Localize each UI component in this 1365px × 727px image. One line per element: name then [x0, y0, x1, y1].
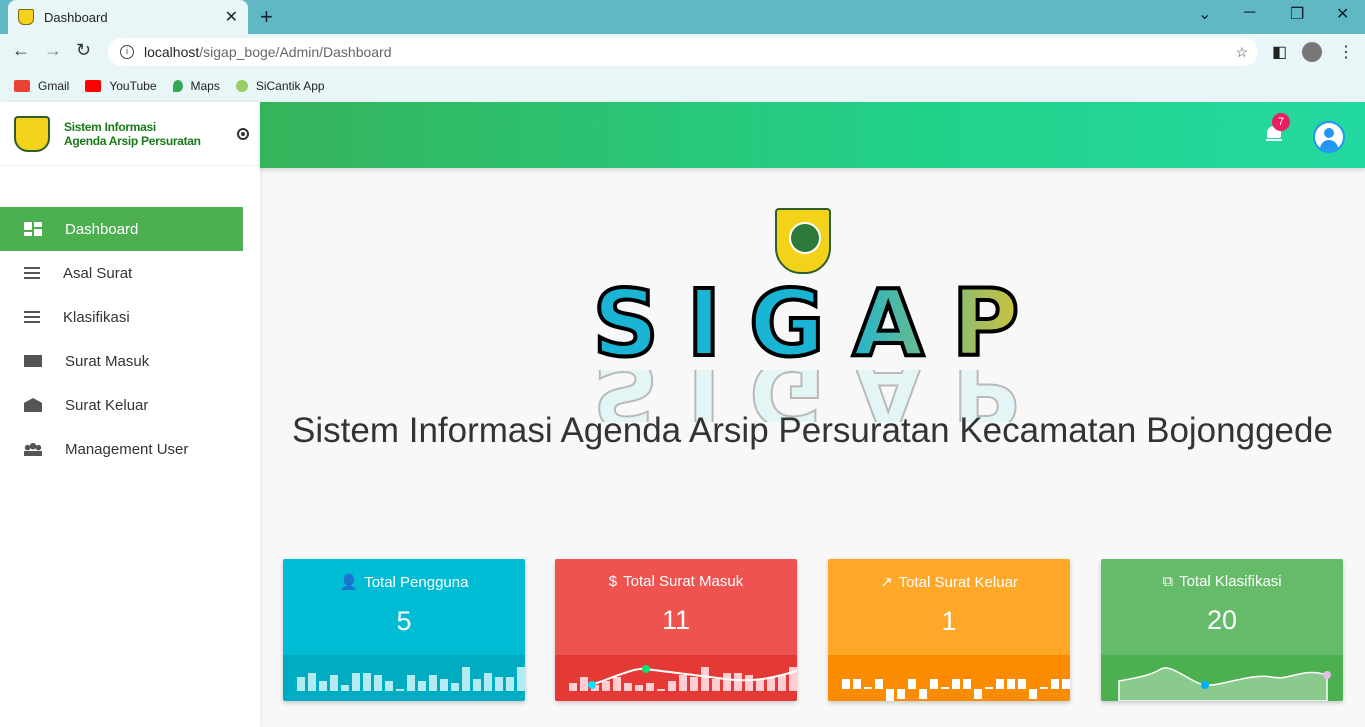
brand: Sistem Informasi Agenda Arsip Persuratan: [0, 102, 260, 166]
mail-icon: [24, 355, 42, 367]
bookmarks-bar: Gmail YouTube Maps SiCantik App: [0, 70, 1365, 102]
sidebar-item-label: Klasifikasi: [63, 308, 130, 326]
dollar-icon: $: [608, 573, 618, 590]
bookmark-label: Maps: [190, 79, 220, 93]
group-icon: [24, 442, 42, 456]
dashboard-icon: [24, 222, 42, 236]
sidebar-item-label: Asal Surat: [63, 264, 133, 282]
reload-button[interactable]: ↻: [76, 40, 91, 61]
stat-value: 20: [1206, 605, 1238, 635]
sparkline: [283, 655, 525, 701]
maps-icon: [172, 80, 183, 92]
sigap-logo-text: SIGAP: [580, 276, 1060, 372]
stat-value: 5: [396, 606, 412, 636]
trending-up-icon: ↗: [880, 574, 893, 591]
sidebar-item-surat-keluar[interactable]: Surat Keluar: [0, 383, 243, 427]
notification-badge: 7: [1272, 113, 1290, 131]
stat-card-surat-masuk[interactable]: $ Total Surat Masuk 11: [555, 559, 797, 701]
bookmark-maps[interactable]: Maps: [172, 79, 220, 93]
top-navbar: 7: [260, 102, 1365, 168]
sigap-logo: SIGAP SIGAP: [580, 276, 1060, 423]
brand-line1: Sistem Informasi: [64, 119, 156, 134]
app-root: Sistem Informasi Agenda Arsip Persuratan…: [0, 102, 1365, 727]
url-path: /sigap_boge/Admin/Dashboard: [199, 44, 392, 60]
stat-card-pengguna[interactable]: 👤 Total Pengguna 5: [283, 559, 525, 701]
close-window-button[interactable]: ✕: [1336, 4, 1349, 24]
sparkline-area: [1118, 667, 1328, 701]
sidebar-item-label: Management User: [65, 440, 189, 458]
minimize-button[interactable]: ─: [1244, 4, 1255, 22]
page-title: Sistem Informasi Agenda Arsip Persuratan…: [292, 411, 1333, 450]
url-input[interactable]: i localhost/sigap_boge/Admin/Dashboard ☆: [108, 38, 1258, 66]
brand-logo-icon: [14, 115, 50, 152]
forward-button[interactable]: →: [44, 40, 62, 61]
sidebar-toggle-icon[interactable]: [236, 127, 249, 140]
sparkline: [828, 655, 1070, 701]
favicon-icon: [18, 9, 34, 25]
bookmark-star-icon[interactable]: ☆: [1235, 44, 1248, 61]
brand-line2: Agenda Arsip Persuratan: [64, 133, 201, 148]
copy-icon: ⧉: [1162, 573, 1174, 590]
sidebar-item-label: Surat Keluar: [65, 396, 149, 414]
sidebar-item-dashboard[interactable]: Dashboard: [0, 207, 243, 251]
browser-menu-icon[interactable]: ⋮: [1338, 42, 1354, 62]
bookmark-label: SiCantik App: [255, 79, 325, 93]
stat-label: Total Surat Masuk: [623, 573, 744, 590]
bookmark-gmail[interactable]: Gmail: [14, 79, 69, 93]
stat-label: Total Klasifikasi: [1179, 573, 1282, 590]
person-icon: 👤: [339, 574, 359, 591]
youtube-icon: [85, 80, 102, 92]
side-panel-icon[interactable]: ◧: [1272, 42, 1287, 62]
profile-avatar[interactable]: [1302, 42, 1322, 62]
main-content: SIGAP SIGAP Sistem Informasi Agenda Arsi…: [260, 168, 1365, 727]
sparkline: [1101, 655, 1343, 701]
bookmark-label: Gmail: [38, 79, 70, 93]
stat-cards: 👤 Total Pengguna 5 $ Total Surat Masuk 11: [283, 559, 1345, 701]
tab-search-icon[interactable]: ⌄: [1198, 4, 1211, 24]
stat-label: Total Pengguna: [364, 573, 469, 591]
sidebar-item-klasifikasi[interactable]: Klasifikasi: [0, 295, 243, 339]
sidebar-item-management-user[interactable]: Management User: [0, 427, 243, 471]
regency-crest-icon: [775, 208, 831, 274]
new-tab-button[interactable]: +: [260, 4, 273, 30]
restore-button[interactable]: ❐: [1290, 4, 1304, 24]
sidebar-item-surat-masuk[interactable]: Surat Masuk: [0, 339, 243, 383]
stat-value: 1: [941, 606, 957, 636]
site-info-icon[interactable]: i: [120, 45, 134, 59]
bookmark-youtube[interactable]: YouTube: [85, 79, 157, 93]
address-bar: ← → ↻ i localhost/sigap_boge/Admin/Dashb…: [0, 34, 1365, 70]
back-button[interactable]: ←: [12, 40, 30, 61]
brand-name: Sistem Informasi Agenda Arsip Persuratan: [64, 120, 201, 148]
stat-card-surat-keluar[interactable]: ↗ Total Surat Keluar 1: [828, 559, 1070, 701]
sidebar-menu: Dashboard Asal Surat Klasifikasi Surat M…: [0, 207, 260, 471]
sidebar-item-asal-surat[interactable]: Asal Surat: [0, 251, 243, 295]
url-host: localhost: [144, 44, 200, 60]
drafts-icon: [24, 398, 42, 412]
list-icon: [24, 311, 40, 323]
sparkline: [555, 655, 797, 701]
close-tab-icon[interactable]: ✕: [225, 7, 238, 27]
tab-title: Dashboard: [44, 9, 108, 25]
list-icon: [24, 267, 40, 279]
sparkline-line: [590, 667, 797, 686]
stat-label: Total Surat Keluar: [898, 573, 1018, 591]
sidebar: Sistem Informasi Agenda Arsip Persuratan…: [0, 102, 260, 727]
gmail-icon: [14, 80, 30, 92]
sicantik-icon: [235, 80, 248, 92]
sidebar-item-label: Dashboard: [65, 220, 139, 238]
user-account-icon[interactable]: [1313, 121, 1345, 153]
bookmark-sicantik[interactable]: SiCantik App: [235, 79, 325, 93]
bookmark-label: YouTube: [109, 79, 157, 93]
stat-value: 11: [661, 605, 691, 635]
sidebar-item-label: Surat Masuk: [65, 352, 150, 370]
browser-tab[interactable]: Dashboard ✕: [8, 0, 248, 34]
browser-tabbar: Dashboard ✕ + ⌄ ─ ❐ ✕: [0, 0, 1365, 34]
stat-card-klasifikasi[interactable]: ⧉ Total Klasifikasi 20: [1101, 559, 1343, 701]
